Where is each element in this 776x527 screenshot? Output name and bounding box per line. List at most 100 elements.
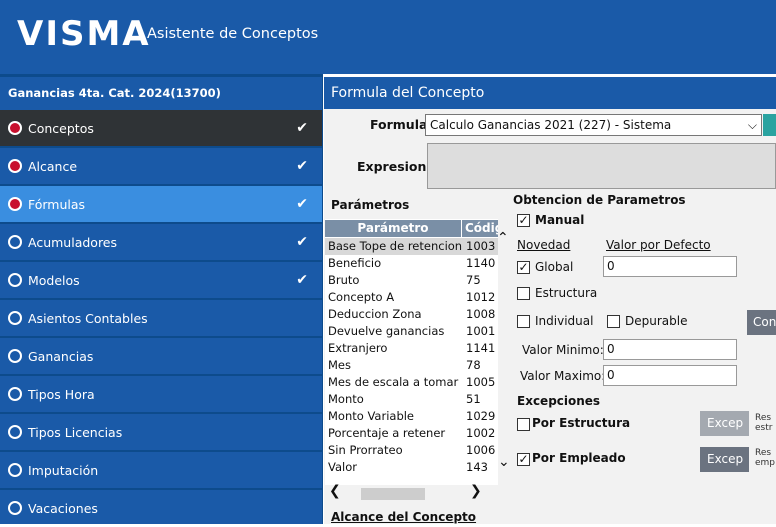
- sidebar-item-vacaciones[interactable]: Vacaciones: [0, 490, 322, 524]
- column-header-parametro[interactable]: Parámetro: [325, 220, 461, 237]
- alcance-concepto-link[interactable]: Alcance del Concepto: [331, 510, 476, 524]
- sidebar-item-modelos[interactable]: Modelos ✔: [0, 262, 322, 299]
- status-dot-icon: [8, 311, 22, 325]
- valor-defecto-header: Valor por Defecto: [606, 238, 711, 252]
- excepciones-title: Excepciones: [517, 394, 601, 408]
- param-name: Monto: [328, 392, 364, 406]
- param-code: 75: [466, 273, 481, 287]
- sidebar-item-label: Modelos: [28, 273, 80, 288]
- sidebar-item-label: Tipos Licencias: [28, 425, 123, 440]
- obtencion-title: Obtencion de Parametros: [513, 193, 686, 207]
- sidebar-item-conceptos[interactable]: Conceptos ✔: [0, 110, 322, 147]
- table-row[interactable]: Mes de escala a tomar 1005: [325, 374, 498, 391]
- sidebar-item-label: Ganancias: [28, 349, 94, 364]
- global-checkbox[interactable]: ✓: [517, 261, 530, 274]
- table-row[interactable]: Valor 143: [325, 459, 498, 476]
- con-button[interactable]: Con: [747, 310, 776, 335]
- param-code: 1003: [466, 239, 496, 253]
- table-row[interactable]: Extranjero 1141: [325, 340, 498, 357]
- valor-minimo-input[interactable]: 0: [603, 339, 737, 360]
- manual-label: Manual: [535, 213, 585, 227]
- restringe-empleado-text-1: Res: [755, 448, 772, 458]
- project-title: Ganancias 4ta. Cat. 2024(13700): [0, 77, 322, 110]
- param-name: Mes: [328, 358, 351, 372]
- novedad-header: Novedad: [517, 238, 571, 252]
- sidebar-item-imputacion[interactable]: Imputación: [0, 452, 322, 489]
- param-name: Monto Variable: [328, 409, 415, 423]
- param-name: Base Tope de retencion: [328, 239, 463, 253]
- status-dot-icon: [8, 387, 22, 401]
- excep-estructura-button[interactable]: Excep: [700, 411, 749, 436]
- status-dot-icon: [8, 121, 22, 135]
- param-code: 1140: [466, 256, 496, 270]
- param-name: Concepto A: [328, 290, 395, 304]
- por-empleado-checkbox[interactable]: ✓: [517, 453, 530, 466]
- por-estructura-checkbox[interactable]: [517, 418, 530, 431]
- app-title: Asistente de Conceptos: [147, 26, 319, 42]
- manual-checkbox[interactable]: ✓: [517, 214, 530, 227]
- table-row[interactable]: Beneficio 1140: [325, 255, 498, 272]
- check-icon: ✔: [296, 272, 308, 288]
- table-row[interactable]: Porcentaje a retener 1002: [325, 425, 498, 442]
- visma-logo: VISMA: [17, 14, 151, 54]
- scroll-down-icon[interactable]: ⌄: [498, 454, 510, 470]
- table-row[interactable]: Devuelve ganancias 1001: [325, 323, 498, 340]
- valor-maximo-input[interactable]: 0: [603, 365, 737, 386]
- param-name: Valor: [328, 460, 357, 474]
- column-header-codigo[interactable]: Códig: [462, 220, 498, 237]
- depurable-checkbox[interactable]: [607, 315, 620, 328]
- scroll-left-icon[interactable]: ❮: [329, 483, 341, 499]
- estructura-checkbox[interactable]: [517, 287, 530, 300]
- status-dot-icon: [8, 159, 22, 173]
- global-value-input[interactable]: 0: [603, 256, 737, 277]
- formula-select[interactable]: Calculo Ganancias 2021 (227) - Sistema ⌵: [425, 114, 762, 136]
- restringe-empleado-text-2: emp: [755, 458, 776, 468]
- sidebar-item-label: Vacaciones: [28, 501, 98, 516]
- sidebar-item-alcance[interactable]: Alcance ✔: [0, 148, 322, 185]
- individual-checkbox[interactable]: [517, 315, 530, 328]
- excep-empleado-button[interactable]: Excep: [700, 447, 749, 472]
- valor-minimo-label: Valor Minimo:: [522, 343, 604, 357]
- check-icon: ✔: [296, 234, 308, 250]
- table-row[interactable]: Concepto A 1012: [325, 289, 498, 306]
- expresion-field[interactable]: [427, 143, 776, 189]
- param-code: 78: [466, 358, 481, 372]
- chevron-down-icon: ⌵: [747, 118, 757, 132]
- depurable-label: Depurable: [625, 314, 688, 328]
- param-name: Sin Prorrateo: [328, 443, 403, 457]
- param-code: 1006: [466, 443, 496, 457]
- sidebar-item-ganancias[interactable]: Ganancias: [0, 338, 322, 375]
- sidebar-item-tipos-licencias[interactable]: Tipos Licencias: [0, 414, 322, 451]
- param-code: 1012: [466, 290, 496, 304]
- table-row[interactable]: Mes 78: [325, 357, 498, 374]
- formula-action-button[interactable]: [763, 114, 776, 136]
- vertical-scrollbar[interactable]: [498, 237, 514, 467]
- scroll-thumb[interactable]: [361, 488, 425, 500]
- scroll-right-icon[interactable]: ❯: [470, 483, 482, 499]
- restringe-estructura-text-2: estr: [755, 423, 773, 433]
- table-row[interactable]: Sin Prorrateo 1006: [325, 442, 498, 459]
- sidebar-item-label: Conceptos: [28, 121, 94, 136]
- restringe-estructura-text-1: Res: [755, 413, 772, 423]
- sidebar-item-acumuladores[interactable]: Acumuladores ✔: [0, 224, 322, 261]
- sidebar-item-formulas[interactable]: Fórmulas ✔: [0, 186, 322, 223]
- table-row[interactable]: Base Tope de retencion 1003: [325, 238, 498, 255]
- table-row[interactable]: Deduccion Zona 1008: [325, 306, 498, 323]
- sidebar-item-label: Tipos Hora: [28, 387, 95, 402]
- check-icon: ✔: [296, 158, 308, 174]
- sidebar-item-tipos-hora[interactable]: Tipos Hora: [0, 376, 322, 413]
- param-code: 1008: [466, 307, 496, 321]
- table-row[interactable]: Monto 51: [325, 391, 498, 408]
- individual-label: Individual: [535, 314, 594, 328]
- param-name: Bruto: [328, 273, 360, 287]
- por-estructura-label: Por Estructura: [532, 416, 631, 430]
- sidebar-item-asientos-contables[interactable]: Asientos Contables: [0, 300, 322, 337]
- status-dot-icon: [8, 273, 22, 287]
- check-icon: ✔: [296, 196, 308, 212]
- table-row[interactable]: Monto Variable 1029: [325, 408, 498, 425]
- table-row[interactable]: Bruto 75: [325, 272, 498, 289]
- param-name: Beneficio: [328, 256, 382, 270]
- scroll-up-icon[interactable]: ⌃: [497, 230, 509, 246]
- param-name: Porcentaje a retener: [328, 426, 446, 440]
- param-code: 1005: [466, 375, 496, 389]
